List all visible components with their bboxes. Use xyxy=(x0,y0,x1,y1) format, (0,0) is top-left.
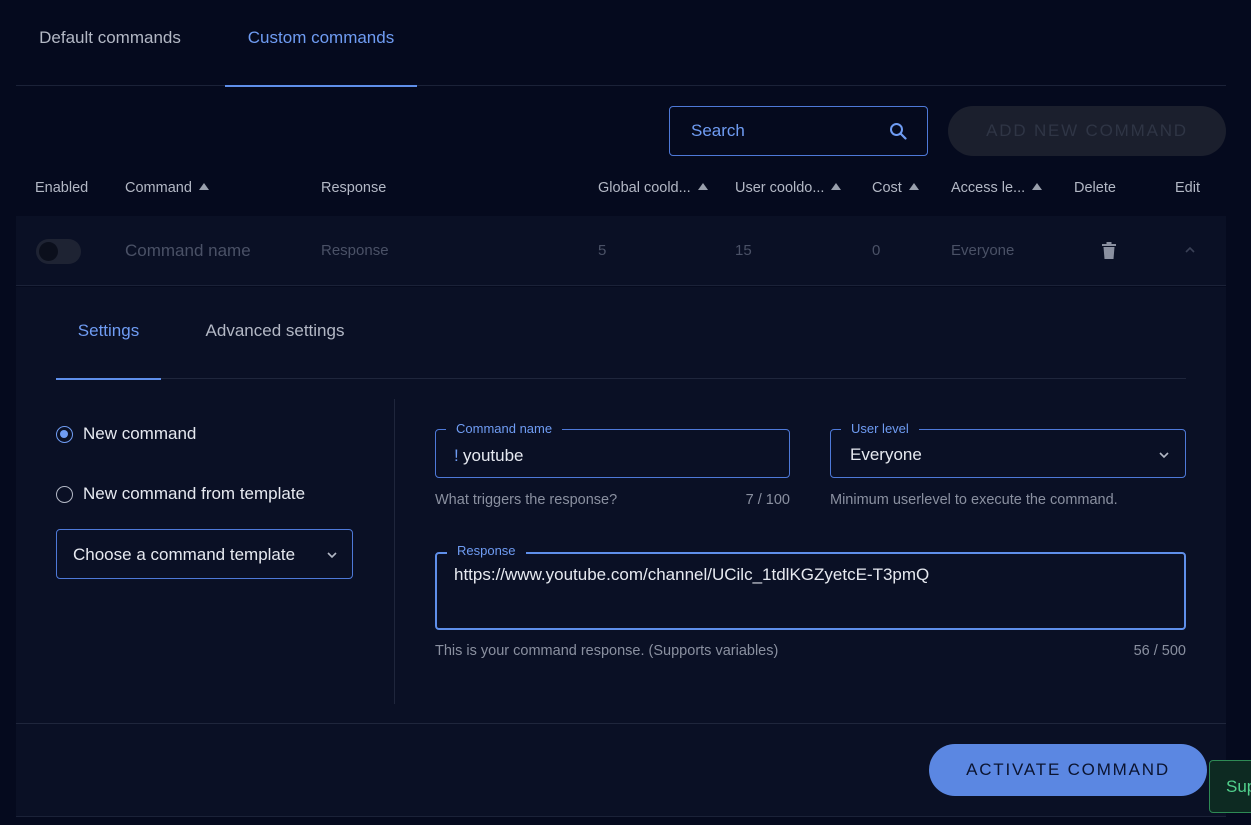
sort-arrow-icon xyxy=(198,183,209,190)
response-label: Response xyxy=(447,543,526,559)
column-command[interactable]: Command xyxy=(125,180,209,196)
access-level-cell: Everyone xyxy=(951,242,1015,259)
column-global-cooldown[interactable]: Global coold... xyxy=(598,180,708,196)
template-select-value: Choose a command template xyxy=(73,545,296,564)
column-label: Edit xyxy=(1175,180,1200,196)
column-label: Response xyxy=(321,180,387,196)
command-name-hint: What triggers the response? xyxy=(435,492,618,508)
command-name-counter: 7 / 100 xyxy=(745,492,790,508)
template-select[interactable]: Choose a command template xyxy=(56,529,353,579)
radio-new-command[interactable] xyxy=(56,426,73,443)
sort-arrow-icon xyxy=(697,183,708,190)
chevron-down-icon xyxy=(327,552,337,559)
column-cost[interactable]: Cost xyxy=(872,180,919,196)
column-label: Cost xyxy=(872,180,902,196)
response-field: Response https://www.youtube.com/channel… xyxy=(435,543,1186,630)
response-input[interactable]: https://www.youtube.com/channel/UCilc_1t… xyxy=(454,564,1169,620)
enabled-toggle[interactable] xyxy=(36,239,81,264)
column-label: Enabled xyxy=(35,180,89,196)
radio-from-template-label[interactable]: New command from template xyxy=(83,484,305,504)
user-level-hint: Minimum userlevel to execute the command… xyxy=(830,492,1118,508)
search-box xyxy=(669,106,928,156)
command-edit-panel: Settings Advanced settings New command N… xyxy=(16,287,1226,817)
column-label: Delete xyxy=(1074,180,1116,196)
column-label: Command xyxy=(125,180,192,196)
support-button[interactable]: Sup xyxy=(1209,760,1251,813)
radio-new-command-label[interactable]: New command xyxy=(83,424,196,444)
user-level-select[interactable]: User level Everyone xyxy=(830,421,1186,478)
search-icon[interactable] xyxy=(889,122,907,140)
column-label: User cooldo... xyxy=(735,180,825,196)
sort-arrow-icon xyxy=(1032,183,1043,190)
column-edit: Edit xyxy=(1175,180,1200,196)
table-row: Command name Response 5 15 0 Everyone xyxy=(16,216,1226,286)
radio-from-template[interactable] xyxy=(56,486,73,503)
add-new-command-button[interactable]: ADD NEW COMMAND xyxy=(948,106,1226,156)
tab-advanced-settings[interactable]: Advanced settings xyxy=(187,287,363,379)
command-name-field: Command name ! xyxy=(435,421,790,479)
column-user-cooldown[interactable]: User cooldo... xyxy=(735,180,842,196)
command-prefix: ! xyxy=(454,446,459,465)
activate-command-button[interactable]: ACTIVATE COMMAND xyxy=(929,744,1207,796)
tab-custom-commands[interactable]: Custom commands xyxy=(225,0,417,87)
global-cooldown-cell: 5 xyxy=(598,242,607,259)
trash-icon[interactable] xyxy=(1102,242,1116,259)
sort-arrow-icon xyxy=(908,183,919,190)
divider xyxy=(16,723,1226,724)
tab-default-commands[interactable]: Default commands xyxy=(16,0,204,86)
column-label: Global coold... xyxy=(598,180,691,196)
chevron-down-icon xyxy=(1159,452,1169,459)
cost-cell: 0 xyxy=(872,242,881,259)
column-access-level[interactable]: Access le... xyxy=(951,180,1043,196)
response-counter: 56 / 500 xyxy=(1133,643,1186,659)
panel-tabs: Settings Advanced settings xyxy=(56,287,1186,380)
user-level-value: Everyone xyxy=(850,445,922,464)
divider xyxy=(394,399,395,704)
chevron-up-icon[interactable] xyxy=(1183,245,1197,255)
response-cell: Response xyxy=(321,242,389,259)
command-name-cell: Command name xyxy=(125,241,251,260)
sort-arrow-icon xyxy=(831,183,842,190)
column-delete: Delete xyxy=(1074,180,1116,196)
user-cooldown-cell: 15 xyxy=(735,242,752,259)
tab-settings[interactable]: Settings xyxy=(56,287,161,380)
response-hint: This is your command response. (Supports… xyxy=(435,643,779,659)
command-name-input[interactable] xyxy=(463,430,783,479)
top-tabs: Default commands Custom commands xyxy=(16,0,1226,87)
column-label: Access le... xyxy=(951,180,1026,196)
search-input[interactable] xyxy=(670,107,880,155)
column-response: Response xyxy=(321,180,386,196)
column-enabled: Enabled xyxy=(35,180,88,196)
toggle-knob xyxy=(39,242,58,261)
